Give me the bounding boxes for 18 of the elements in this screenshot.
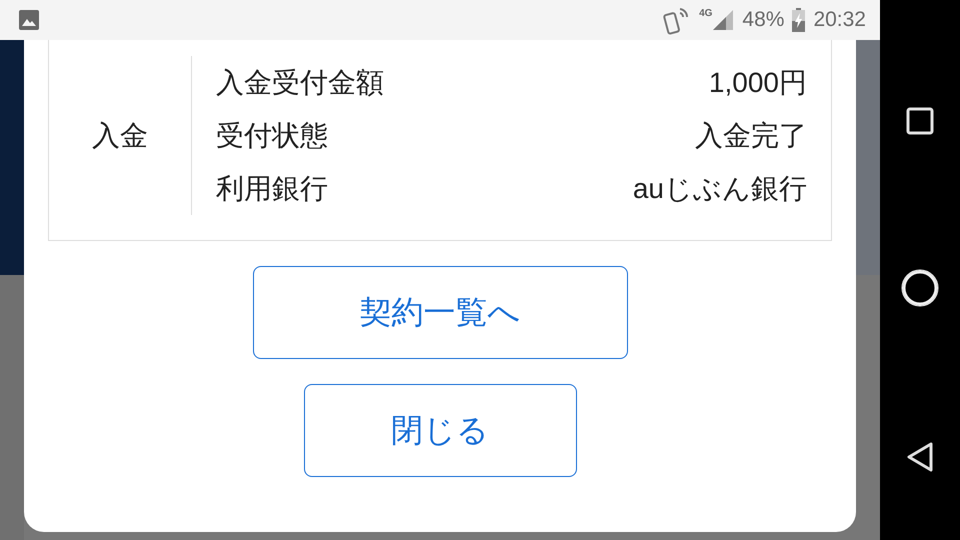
home-icon[interactable]	[901, 269, 939, 307]
close-button[interactable]: 閉じる	[304, 384, 576, 477]
row-value: auじぶん銀行	[632, 172, 807, 206]
row-value: 入金完了	[695, 118, 807, 152]
contract-list-button[interactable]: 契約一覧へ	[252, 266, 628, 359]
image-icon	[18, 9, 40, 31]
row-value: 1,000円	[708, 66, 807, 100]
battery-percent: 48%	[742, 8, 784, 32]
row-label: 入金受付金額	[216, 66, 384, 100]
signal-icon	[712, 9, 734, 31]
section-label: 入金	[92, 118, 148, 152]
network-type: 4G	[699, 8, 712, 19]
row-label: 受付状態	[216, 118, 328, 152]
battery-charging-icon	[792, 8, 806, 32]
row-label: 利用銀行	[216, 172, 328, 206]
back-icon[interactable]	[906, 441, 934, 473]
clock: 20:32	[813, 8, 866, 32]
recents-icon[interactable]	[906, 107, 934, 135]
